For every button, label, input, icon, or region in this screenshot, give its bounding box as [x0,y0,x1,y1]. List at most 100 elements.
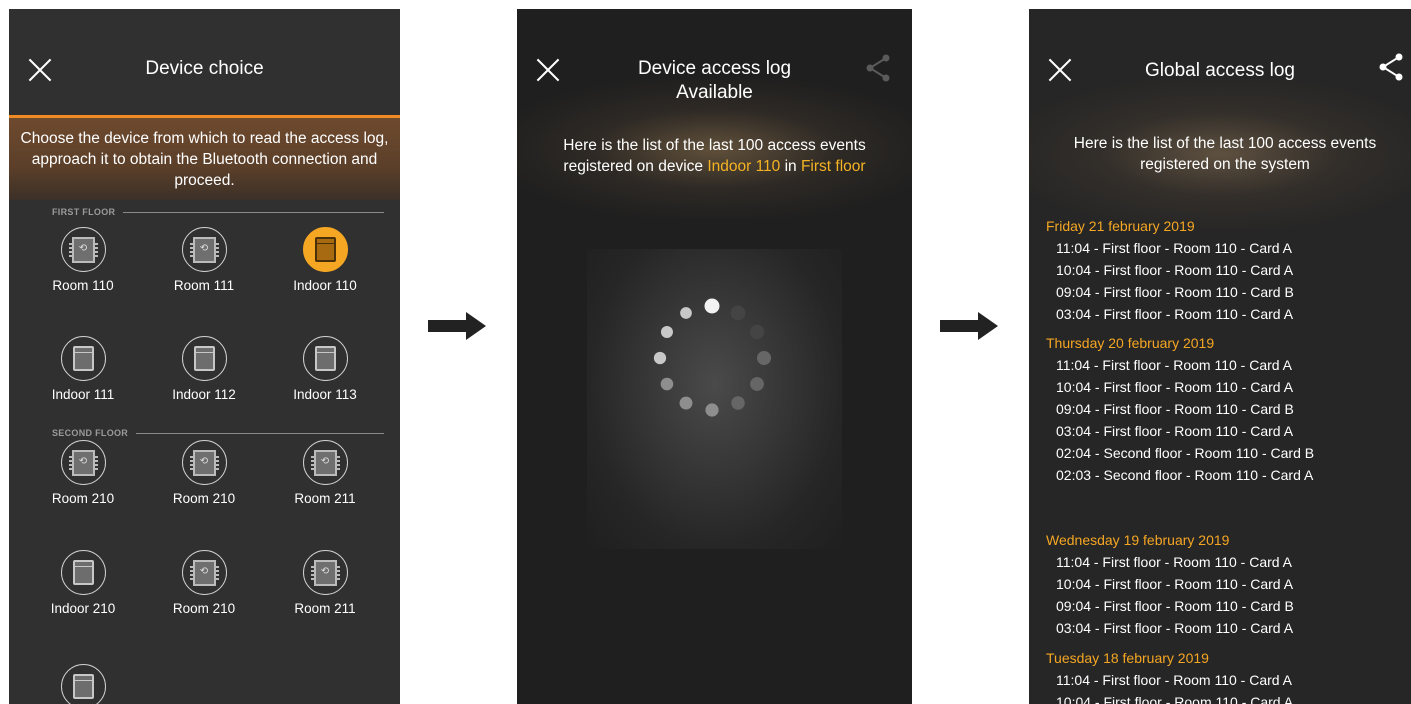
device-label: Room 210 [51,491,115,506]
log-entry: 02:03 - Second floor - Room 110 - Card A [1056,467,1314,483]
device-icon-ring: ⟲ [60,227,106,272]
share-icon[interactable] [1377,53,1403,81]
device-access-log-screen: Device access log Available Here is the … [517,9,912,704]
device-label: Indoor 113 [293,387,357,402]
log-entry: 10:04 - First floor - Room 110 - Card A [1056,262,1294,278]
log-entry: 09:04 - First floor - Room 110 - Card B [1056,284,1294,300]
divider [136,432,384,434]
device-icon-ring: ⟲ [60,440,106,485]
spinner-dot [653,351,667,365]
log-entry: 02:04 - Second floor - Room 110 - Card B [1056,445,1315,461]
floor-header-first: FIRST FLOOR [52,207,384,217]
log-day-header: Wednesday 19 february 2019 [1046,532,1230,548]
device-label: Indoor 210 [50,601,116,616]
log-day-header: Thursday 20 february 2019 [1046,335,1215,351]
device-icon-ring: ⟲ [181,550,227,595]
keypad-reader-icon: ⟲ [68,236,98,263]
page-title: Global access log [1145,60,1295,81]
device-icon-ring: ⟲ [302,440,348,485]
keypad-reader-icon: ⟲ [189,236,219,263]
device-label: Room 111 [173,278,235,293]
spinner-dot [660,326,673,338]
spinner-dot [749,324,765,340]
device-icon-ring [181,336,227,381]
indoor-panel-icon [193,346,215,371]
spinner-dot [680,307,692,319]
device-icon-ring: ⟲ [181,227,227,272]
device-icon-ring: ⟲ [181,440,227,485]
device-icon-ring [60,664,106,704]
keypad-reader-icon: ⟲ [310,449,340,476]
device-item[interactable]: ⟲ Room 210 [149,550,259,616]
log-entry: 10:04 - First floor - Room 110 - Card A [1056,379,1294,395]
device-label: Room 211 [294,601,356,616]
global-access-log-screen: Global access log Here is the list of th… [1029,9,1411,704]
device-item[interactable]: Indoor 111 [28,336,138,402]
spinner-dot [731,396,745,410]
device-item[interactable]: Indoor 210 [28,550,138,616]
device-item[interactable]: ⟲ Room 111 [149,227,259,293]
device-label: Room 110 [52,278,114,293]
device-icon-ring: ⟲ [302,550,348,595]
log-entry: 09:04 - First floor - Room 110 - Card B [1056,598,1294,614]
log-entry: 11:04 - First floor - Room 110 - Card A [1056,672,1293,688]
spinner-dot [679,396,693,410]
indoor-panel-icon [314,346,336,371]
indoor-panel-icon [72,674,94,699]
device-label: Room 210 [172,601,236,616]
device-item[interactable]: ⟲ Room 211 [270,550,380,616]
log-entry: 03:04 - First floor - Room 110 - Card A [1056,423,1294,439]
close-icon[interactable] [1047,57,1073,83]
instructions-text: Choose the device from which to read the… [9,118,400,200]
log-entry: 11:04 - First floor - Room 110 - Card A [1056,357,1293,373]
spinner-dot [705,403,719,417]
spinner-dot [704,298,720,314]
log-entry: 11:04 - First floor - Room 110 - Card A [1056,240,1293,256]
log-entry: 10:04 - First floor - Room 110 - Card A [1056,576,1294,592]
device-label: Indoor 110 [293,278,357,293]
device-label: Indoor 112 [172,387,236,402]
keypad-reader-icon: ⟲ [189,449,219,476]
arrow-right-icon [428,312,486,340]
loading-spinner-icon [653,298,772,417]
divider [123,211,384,213]
spinner-dot [660,377,674,391]
device-item[interactable]: Indoor 110 [270,227,380,293]
keypad-reader-icon: ⟲ [189,559,219,586]
device-icon-ring [302,336,348,381]
log-day-header: Tuesday 18 february 2019 [1046,650,1209,666]
device-item[interactable]: ⟲ Room 210 [149,440,259,506]
log-entry: 10:04 - First floor - Room 110 - Card A [1056,694,1294,704]
device-label: Room 210 [172,491,236,506]
device-item[interactable]: ⟲ Room 210 [28,440,138,506]
device-item[interactable]: Indoor 113 [270,336,380,402]
spinner-dot [730,305,746,321]
indoor-panel-icon [72,346,94,371]
device-icon-ring [60,550,106,595]
close-icon[interactable] [27,57,53,83]
info-message: Here is the list of the last 100 access … [1073,135,1377,173]
device-item[interactable]: Indoor 112 [149,336,259,402]
log-entry: 03:04 - First floor - Room 110 - Card A [1056,620,1294,636]
log-entry: 11:04 - First floor - Room 110 - Card A [1056,554,1293,570]
log-day-header: Friday 21 february 2019 [1046,218,1195,234]
floor-label: SECOND FLOOR [52,428,129,438]
log-entry: 09:04 - First floor - Room 110 - Card B [1056,401,1294,417]
device-item[interactable]: ⟲ Room 211 [270,440,380,506]
indoor-panel-icon [314,237,336,262]
keypad-reader-icon: ⟲ [310,559,340,586]
arrow-right-icon [940,312,998,340]
device-label: Room 211 [294,491,356,506]
page-title: Device choice [145,58,264,79]
floor-header-second: SECOND FLOOR [52,428,384,438]
indoor-panel-icon [72,560,94,585]
device-icon-ring [60,336,106,381]
keypad-reader-icon: ⟲ [68,449,98,476]
spinner-dot [756,350,772,366]
floor-label: FIRST FLOOR [52,207,116,217]
device-icon-ring [302,227,348,272]
device-item[interactable] [28,664,138,704]
device-item[interactable]: ⟲ Room 110 [28,227,138,293]
spinner-dot [750,377,764,391]
log-entry: 03:04 - First floor - Room 110 - Card A [1056,306,1294,322]
